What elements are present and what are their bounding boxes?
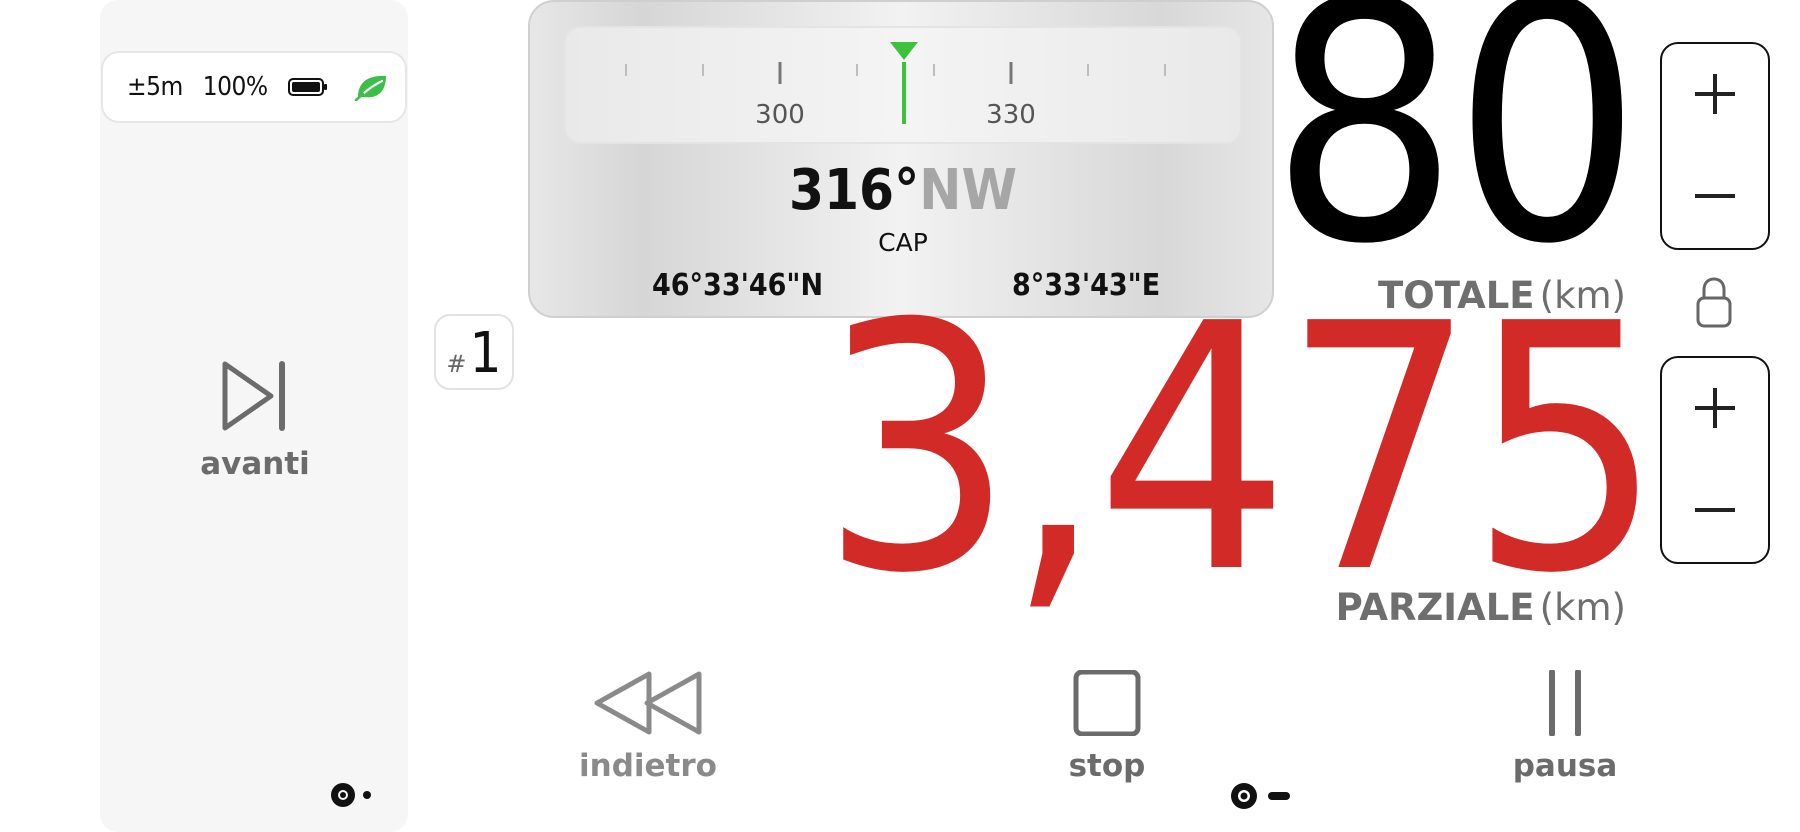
trip-number-badge[interactable]: # 1 bbox=[434, 314, 514, 390]
heading-degrees: 316° bbox=[788, 158, 920, 223]
minus-icon bbox=[1695, 508, 1735, 512]
heading-tape: 300 330 bbox=[564, 26, 1242, 144]
total-distance-value: 80 bbox=[1270, 0, 1642, 316]
stop-icon bbox=[1073, 669, 1141, 737]
total-decrease-button[interactable] bbox=[1662, 146, 1768, 246]
total-stepper bbox=[1660, 42, 1770, 250]
pause-label: pausa bbox=[1512, 748, 1618, 784]
trip-number: 1 bbox=[469, 321, 502, 386]
page-indicator-bottom bbox=[1228, 780, 1298, 812]
back-label: indietro bbox=[579, 748, 717, 784]
status-bar: ±5m 100% bbox=[101, 51, 407, 123]
rewind-icon bbox=[594, 671, 702, 735]
latitude: 46°33'46"N bbox=[652, 268, 824, 303]
partial-stepper bbox=[1660, 356, 1770, 564]
battery-full-icon bbox=[287, 78, 328, 96]
partial-unit: (km) bbox=[1539, 586, 1626, 629]
tick-label-330: 330 bbox=[986, 100, 1036, 130]
tick-label-300: 300 bbox=[755, 100, 805, 130]
heading-readout: 316°NW bbox=[530, 158, 1272, 223]
partial-label: PARZIALE bbox=[1335, 586, 1535, 629]
leaf-icon[interactable] bbox=[354, 73, 390, 102]
partial-decrease-button[interactable] bbox=[1662, 460, 1768, 560]
stop-button[interactable]: stop bbox=[1007, 669, 1207, 784]
plus-icon bbox=[1695, 74, 1735, 114]
partial-caption: PARZIALE (km) bbox=[1200, 586, 1626, 629]
pause-icon bbox=[1549, 669, 1581, 737]
forward-button[interactable]: avanti bbox=[150, 360, 360, 510]
total-increase-button[interactable] bbox=[1662, 44, 1768, 144]
skip-forward-icon bbox=[222, 361, 285, 431]
plus-icon bbox=[1695, 388, 1735, 428]
pause-button[interactable]: pausa bbox=[1465, 669, 1665, 784]
stop-label: stop bbox=[1068, 748, 1146, 784]
partial-distance-value: 3,475 bbox=[820, 252, 1663, 648]
lock-icon[interactable] bbox=[1696, 276, 1732, 328]
gps-accuracy: ±5m bbox=[127, 72, 183, 102]
heading-needle bbox=[890, 42, 918, 124]
battery-percentage: 100% bbox=[202, 72, 268, 102]
back-button[interactable]: indietro bbox=[548, 670, 748, 784]
minus-icon bbox=[1695, 194, 1735, 198]
partial-increase-button[interactable] bbox=[1662, 358, 1768, 458]
page-indicator bbox=[328, 780, 378, 810]
forward-label: avanti bbox=[200, 446, 310, 482]
heading-direction: NW bbox=[919, 158, 1018, 223]
trip-hash: # bbox=[446, 350, 467, 378]
